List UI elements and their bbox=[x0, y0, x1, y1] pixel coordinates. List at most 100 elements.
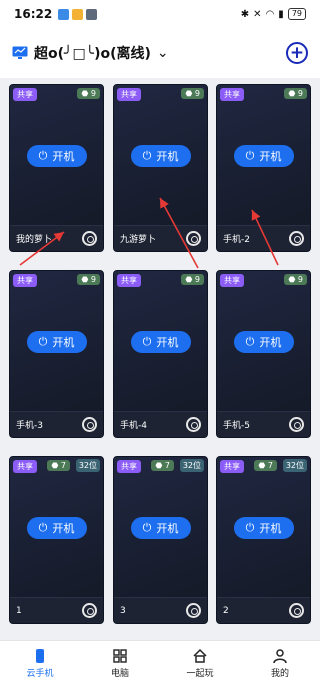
device-name: 我的萝卜 bbox=[16, 235, 53, 245]
bottom-nav: 云手机 电脑 一起玩 我的 bbox=[0, 640, 320, 685]
android-icon: ⬣ bbox=[288, 275, 298, 284]
android-icon: ⬣ bbox=[155, 461, 165, 470]
android-version-badge: ⬣ 9 bbox=[77, 274, 100, 285]
nav-cloud-phone[interactable]: 云手机 bbox=[0, 648, 80, 679]
chevron-down-icon[interactable]: ⌄ bbox=[157, 45, 169, 61]
settings-gear-icon[interactable] bbox=[186, 231, 201, 246]
status-right: ✱ ✕ ◠ ▮ 79 bbox=[241, 8, 306, 20]
share-badge[interactable]: 共享 bbox=[13, 274, 37, 287]
device-name: 手机-3 bbox=[16, 421, 43, 431]
share-badge[interactable]: 共享 bbox=[13, 460, 37, 473]
power-icon: ⏻ bbox=[142, 149, 152, 162]
monitor-icon bbox=[12, 46, 28, 59]
app-notification-icon bbox=[72, 8, 84, 20]
power-icon: ⏻ bbox=[142, 335, 152, 348]
device-card[interactable]: 共享 ⬣ 9 ⏻ 开机我的萝卜 bbox=[9, 84, 104, 252]
device-card[interactable]: 共享 ⬣ 7 32位 ⏻ 开机 3 bbox=[113, 456, 208, 624]
power-label: 开机 bbox=[52, 336, 75, 349]
settings-gear-icon[interactable] bbox=[82, 231, 97, 246]
device-card[interactable]: 共享 ⬣ 9 ⏻ 开机 手机-2 bbox=[216, 84, 311, 252]
phone-icon bbox=[36, 648, 44, 663]
android-icon: ⬣ bbox=[185, 275, 195, 284]
power-on-button[interactable]: ⏻ 开机 bbox=[130, 517, 191, 539]
power-on-button[interactable]: ⏻ 开机 bbox=[233, 145, 294, 167]
android-version: 9 bbox=[194, 89, 200, 98]
settings-gear-icon[interactable] bbox=[82, 603, 97, 618]
android-version-badge: ⬣ 9 bbox=[284, 88, 307, 99]
battery-icon: 79 bbox=[287, 8, 306, 20]
card-footer: 我的萝卜 bbox=[10, 225, 103, 251]
power-on-button[interactable]: ⏻ 开机 bbox=[26, 145, 87, 167]
status-time: 16:22 bbox=[14, 7, 53, 21]
share-badge[interactable]: 共享 bbox=[220, 88, 244, 101]
power-label: 开机 bbox=[259, 336, 282, 349]
android-version-badge: ⬣ 7 bbox=[47, 460, 70, 471]
card-footer: 1 bbox=[10, 597, 103, 623]
add-device-button[interactable]: + bbox=[286, 42, 308, 64]
power-on-button[interactable]: ⏻ 开机 bbox=[233, 517, 294, 539]
android-icon: ⬣ bbox=[81, 89, 91, 98]
nav-computer[interactable]: 电脑 bbox=[80, 648, 160, 679]
device-card[interactable]: 共享 ⬣ 9 ⏻ 开机九游萝卜 bbox=[113, 84, 208, 252]
power-on-button[interactable]: ⏻ 开机 bbox=[26, 331, 87, 353]
card-footer: 手机-5 bbox=[217, 411, 310, 437]
android-version-badge: ⬣ 9 bbox=[181, 274, 204, 285]
android-icon: ⬣ bbox=[51, 461, 61, 470]
device-name: 手机-5 bbox=[223, 421, 250, 431]
device-card[interactable]: 共享 ⬣ 9 ⏻ 开机 手机-5 bbox=[216, 270, 311, 438]
device-card[interactable]: 共享 ⬣ 7 32位 ⏻ 开机 1 bbox=[9, 456, 104, 624]
android-icon: ⬣ bbox=[258, 461, 268, 470]
account-title[interactable]: 超o(╯□╰)o(离线) bbox=[34, 43, 151, 63]
android-version: 7 bbox=[267, 461, 273, 470]
device-card[interactable]: 共享 ⬣ 7 32位 ⏻ 开机 2 bbox=[216, 456, 311, 624]
android-version: 9 bbox=[194, 275, 200, 284]
nav-play-together[interactable]: 一起玩 bbox=[160, 648, 240, 679]
share-badge[interactable]: 共享 bbox=[117, 274, 141, 287]
power-label: 开机 bbox=[156, 150, 179, 163]
device-card[interactable]: 共享 ⬣ 9 ⏻ 开机手机-4 bbox=[113, 270, 208, 438]
bits-badge: 32位 bbox=[179, 459, 204, 472]
power-label: 开机 bbox=[52, 522, 75, 535]
settings-gear-icon[interactable] bbox=[82, 417, 97, 432]
bluetooth-icon: ✱ bbox=[240, 8, 250, 20]
share-badge[interactable]: 共享 bbox=[117, 88, 141, 101]
device-name: 1 bbox=[16, 605, 22, 616]
device-name: 手机-4 bbox=[120, 421, 147, 431]
card-footer: 手机-3 bbox=[10, 411, 103, 437]
power-on-button[interactable]: ⏻ 开机 bbox=[130, 331, 191, 353]
power-on-button[interactable]: ⏻ 开机 bbox=[26, 517, 87, 539]
grid-icon bbox=[113, 648, 127, 663]
power-label: 开机 bbox=[156, 336, 179, 349]
power-label: 开机 bbox=[52, 150, 75, 163]
power-on-button[interactable]: ⏻ 开机 bbox=[233, 331, 294, 353]
card-footer: 3 bbox=[114, 597, 207, 623]
android-icon: ⬣ bbox=[288, 89, 298, 98]
device-name: 2 bbox=[223, 605, 229, 616]
settings-gear-icon[interactable] bbox=[186, 603, 201, 618]
android-version-badge: ⬣ 9 bbox=[181, 88, 204, 99]
power-icon: ⏻ bbox=[245, 521, 255, 534]
device-card[interactable]: 共享 ⬣ 9 ⏻ 开机手机-3 bbox=[9, 270, 104, 438]
home-icon bbox=[193, 648, 207, 663]
share-badge[interactable]: 共享 bbox=[117, 460, 141, 473]
android-version-badge: ⬣ 7 bbox=[254, 460, 277, 471]
power-on-button[interactable]: ⏻ 开机 bbox=[130, 145, 191, 167]
nav-label: 我的 bbox=[270, 668, 289, 679]
nav-mine[interactable]: 我的 bbox=[240, 648, 320, 679]
android-version: 9 bbox=[90, 89, 96, 98]
power-label: 开机 bbox=[259, 522, 282, 535]
power-icon: ⏻ bbox=[245, 335, 255, 348]
settings-gear-icon[interactable] bbox=[289, 603, 304, 618]
card-footer: 九游萝卜 bbox=[114, 225, 207, 251]
share-badge[interactable]: 共享 bbox=[220, 460, 244, 473]
android-version: 9 bbox=[90, 275, 96, 284]
settings-gear-icon[interactable] bbox=[186, 417, 201, 432]
card-footer: 2 bbox=[217, 597, 310, 623]
app-notification-icon bbox=[86, 8, 98, 20]
share-badge[interactable]: 共享 bbox=[13, 88, 37, 101]
power-icon: ⏻ bbox=[38, 149, 48, 162]
share-badge[interactable]: 共享 bbox=[220, 274, 244, 287]
settings-gear-icon[interactable] bbox=[289, 417, 304, 432]
settings-gear-icon[interactable] bbox=[289, 231, 304, 246]
app-header: 超o(╯□╰)o(离线) ⌄ + bbox=[0, 28, 320, 78]
